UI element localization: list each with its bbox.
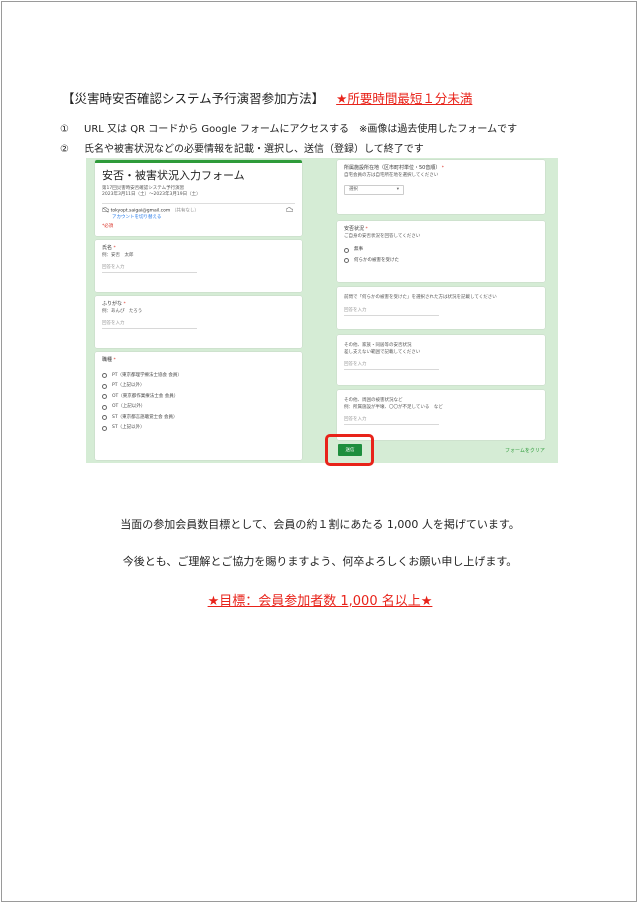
job-option-label: ST（上記以外） — [112, 425, 145, 431]
job-option-label: OT（上記以外） — [112, 404, 146, 410]
safety-card: 安否状況 * ご自身の安否状況を回答してください 無事 何らかの被害を受けた — [337, 221, 545, 282]
job-option[interactable]: PT（東京都理学療法士協会 会員） — [102, 373, 295, 380]
safety-option-label: 何らかの被害を受けた — [354, 257, 399, 263]
clear-form-link[interactable]: フォームをクリア — [505, 447, 545, 454]
radio-icon — [102, 394, 107, 400]
form-title: 安否・被害状況入力フォーム — [102, 169, 245, 182]
radio-icon — [102, 404, 107, 410]
account-note: （共有なし） — [171, 208, 199, 214]
safety-option[interactable]: 何らかの被害を受けた — [344, 258, 538, 265]
form-dates: 2023年3月11日（土）～2023年3月19日（土） — [102, 192, 201, 198]
radio-icon — [102, 415, 107, 421]
job-option-label: PT（上記以外） — [112, 383, 145, 389]
step-number: ② — [60, 144, 69, 155]
heading: 【災害時安否確認システム予行演習参加方法】 ★所要時間最短１分未満 — [62, 88, 472, 107]
job-label: 職種 — [102, 357, 113, 363]
kana-card: ふりがな * 例：あんぴ たろう 回答を入力 — [95, 296, 302, 348]
paragraph-goal: 当面の参加会員数目標として、会員の約１割にあたる 1,000 人を掲げています。 — [120, 518, 520, 531]
paragraph-thanks: 今後とも、ご理解とご協力を賜りますよう、何卒よろしくお願い申し上げます。 — [122, 555, 518, 568]
job-option-label: PT（東京都理学療法士協会 会員） — [112, 372, 182, 378]
chevron-down-icon: ▾ — [396, 186, 399, 192]
switch-account-link[interactable]: アカウントを切り替える — [102, 215, 295, 222]
damage-card: 前問で「何らかの被害を受けた」を選択された方は状況を記載してください 回答を入力 — [337, 287, 545, 329]
step-text: 氏名や被害状況などの必要情報を記載・選択し、送信（登録）して終了です — [84, 144, 424, 155]
form-header-card: 安否・被害状況入力フォーム 第17回災害時安否確認システム予行演習 2023年3… — [95, 160, 302, 236]
name-example: 例：安否 太郎 — [102, 252, 134, 258]
step-1: ① URL 又は QR コードから Google フォームにアクセスする ※画像は… — [60, 120, 517, 135]
radio-icon — [344, 258, 349, 264]
name-label: 氏名 — [102, 245, 113, 251]
form-topbar — [95, 160, 302, 163]
goal-text: ★目標：会員参加者数 1,000 名以上★ — [0, 590, 640, 609]
select-value: 選択 — [349, 186, 358, 192]
surroundings-note: 例：所属施設が半壊、〇〇が不足している など — [344, 404, 443, 410]
damage-label: 前問で「何らかの被害を受けた」を選択された方は状況を記載してください — [344, 295, 497, 300]
radio-icon — [102, 425, 107, 431]
kana-label: ふりがな — [102, 301, 123, 307]
heading-title: 【災害時安否確認システム予行演習参加方法】 — [62, 91, 325, 106]
required-note: *必須 — [102, 223, 114, 229]
location-note: 自宅会員の方は自宅所在地を選択してください — [344, 172, 439, 178]
submit-highlight — [325, 434, 374, 466]
surroundings-input[interactable]: 回答を入力 — [344, 417, 439, 426]
name-input[interactable]: 回答を入力 — [102, 265, 197, 274]
job-option[interactable]: ST（東京都言語聴覚士会 会員） — [102, 415, 295, 422]
job-option[interactable]: ST（上記以外） — [102, 425, 295, 432]
location-card: 所属施設所在地（区市町村単位・50音順） * 自宅会員の方は自宅所在地を選択して… — [337, 160, 545, 214]
job-option-label: OT（東京都作業療法士会 会員） — [112, 393, 179, 399]
kana-example: 例：あんぴ たろう — [102, 308, 143, 314]
step-text: URL 又は QR コードから Google フォームにアクセスする ※画像は過… — [84, 124, 518, 135]
cloud-icon — [286, 207, 293, 212]
job-option[interactable]: PT（上記以外） — [102, 383, 295, 390]
step-2: ② 氏名や被害状況などの必要情報を記載・選択し、送信（登録）して終了です — [60, 140, 424, 155]
safety-label: 安否状況 — [344, 226, 365, 232]
safety-note: ご自身の安否状況を回答してください — [344, 233, 421, 239]
goal-label: ★目標：会員参加者数 1,000 名以上★ — [207, 594, 433, 609]
account-email: tokyopt.saigai@gmail.com — [110, 208, 171, 214]
job-option[interactable]: OT（上記以外） — [102, 404, 295, 411]
time-note: ★所要時間最短１分未満 — [336, 91, 473, 106]
step-number: ① — [60, 124, 69, 135]
family-note: 差し支えない範囲で記載してください — [344, 349, 421, 355]
family-card: その他、家族・同居等の安否状況 差し支えない範囲で記載してください 回答を入力 — [337, 335, 545, 385]
radio-icon — [102, 373, 107, 379]
surroundings-card: その他、周囲の被害状況など 例：所属施設が半壊、〇〇が不足している など 回答を… — [337, 390, 545, 440]
name-card: 氏名 * 例：安否 太郎 回答を入力 — [95, 240, 302, 292]
cloud-off-icon — [102, 207, 109, 213]
location-label: 所属施設所在地（区市町村単位・50音順） — [344, 165, 441, 171]
job-option-label: ST（東京都言語聴覚士会 会員） — [112, 414, 178, 420]
safety-option-label: 無事 — [354, 247, 363, 253]
location-select[interactable]: 選択 ▾ — [344, 185, 404, 196]
kana-input[interactable]: 回答を入力 — [102, 321, 197, 330]
job-card: 職種 * PT（東京都理学療法士協会 会員） PT（上記以外） OT（東京都作業… — [95, 352, 302, 460]
job-option[interactable]: OT（東京都作業療法士会 会員） — [102, 394, 295, 401]
safety-option[interactable]: 無事 — [344, 247, 538, 254]
account-row: tokyopt.saigai@gmail.com （共有なし） アカウントを切り… — [102, 202, 295, 222]
radio-icon — [344, 247, 349, 253]
damage-input[interactable]: 回答を入力 — [344, 308, 439, 316]
family-input[interactable]: 回答を入力 — [344, 362, 439, 371]
radio-icon — [102, 383, 107, 389]
